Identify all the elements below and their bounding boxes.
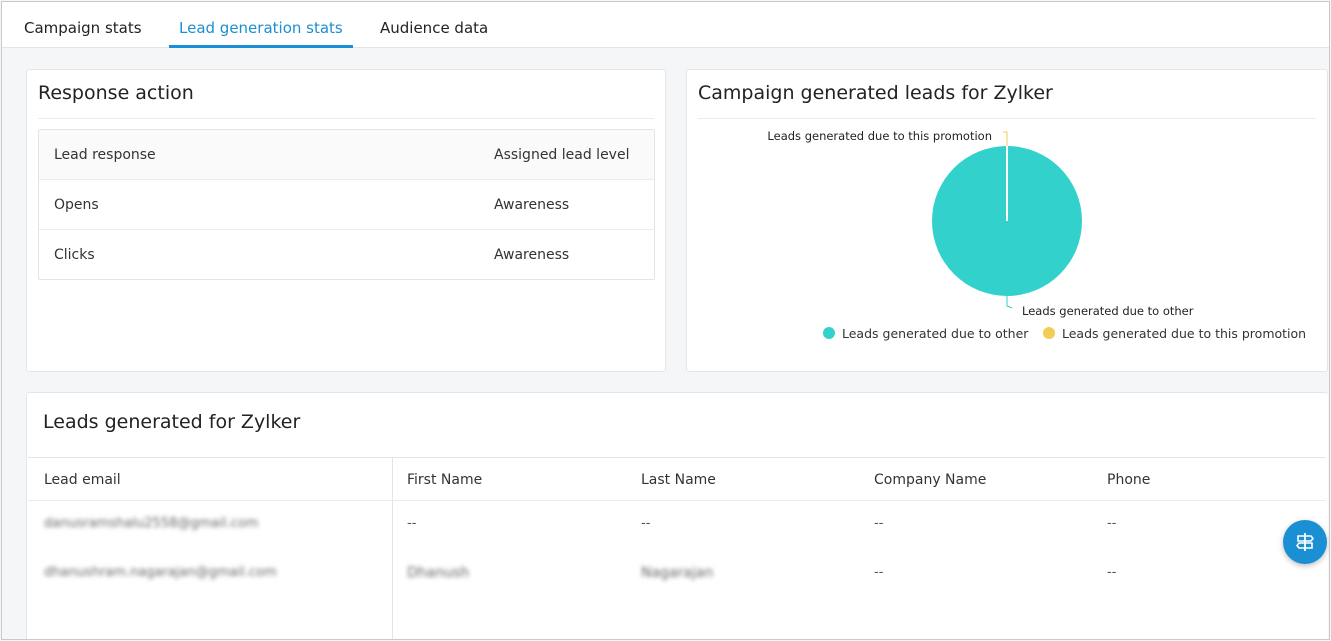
lead-level-cell: Awareness <box>494 197 570 213</box>
header-assigned-lead-level: Assigned lead level <box>494 147 630 163</box>
callout-line-other <box>1006 296 1013 309</box>
signpost-glyph <box>1295 533 1315 551</box>
legend-swatch-other <box>823 327 835 339</box>
tab-audience-data[interactable]: Audience data <box>380 2 488 48</box>
first-name-cell: Dhanush <box>407 565 470 581</box>
phone-cell: -- <box>1107 565 1117 580</box>
legend-item-other[interactable]: Leads generated due to other <box>823 326 1028 341</box>
tab-lead-generation-stats[interactable]: Lead generation stats <box>169 2 353 48</box>
leads-table: Lead email First Name Last Name Company … <box>28 457 1326 639</box>
divider <box>38 118 654 119</box>
chart-legend: Leads generated due to other Leads gener… <box>687 326 1327 344</box>
leads-generated-card: Leads generated for Zylker Lead email Fi… <box>26 392 1328 639</box>
header-lead-email: Lead email <box>44 472 121 488</box>
data-label-other: Leads generated due to other <box>1022 304 1194 318</box>
legend-swatch-promotion <box>1043 327 1055 339</box>
table-row: Clicks Awareness <box>39 230 654 280</box>
tab-campaign-stats[interactable]: Campaign stats <box>24 2 142 48</box>
header-divider <box>28 500 1326 501</box>
response-action-title: Response action <box>38 82 194 104</box>
header-company-name: Company Name <box>874 472 987 488</box>
header-lead-response: Lead response <box>54 147 156 163</box>
table-header-row: Lead response Assigned lead level <box>39 130 654 180</box>
lead-response-cell: Opens <box>54 197 99 213</box>
lead-email-cell: dhanushram.nagarajan@gmail.com <box>44 565 277 580</box>
leads-generated-title: Leads generated for Zylker <box>43 411 301 433</box>
last-name-cell: Nagarajan <box>641 565 714 581</box>
response-action-table: Lead response Assigned lead level Opens … <box>38 129 655 280</box>
phone-cell: -- <box>1107 516 1117 531</box>
legend-item-promotion[interactable]: Leads generated due to this promotion <box>1043 326 1306 341</box>
signpost-icon[interactable] <box>1283 520 1327 564</box>
header-last-name: Last Name <box>641 472 716 488</box>
header-phone: Phone <box>1107 472 1151 488</box>
lead-response-cell: Clicks <box>54 247 95 263</box>
response-action-card: Response action Lead response Assigned l… <box>26 69 666 372</box>
tab-bar: Campaign stats Lead generation stats Aud… <box>2 2 1329 48</box>
legend-label-other: Leads generated due to other <box>842 326 1029 341</box>
column-separator <box>392 458 393 639</box>
pie-chart: Leads generated due to this promotion Lea… <box>767 129 1194 318</box>
legend-label-promotion: Leads generated due to this promotion <box>1062 326 1307 341</box>
data-label-promotion: Leads generated due to this promotion <box>767 129 992 143</box>
company-name-cell: -- <box>874 565 884 580</box>
company-name-cell: -- <box>874 516 884 531</box>
callout-line-promotion <box>1003 131 1008 146</box>
lead-level-cell: Awareness <box>494 247 570 263</box>
last-name-cell: -- <box>641 516 651 531</box>
first-name-cell: -- <box>407 516 417 531</box>
app-frame: Campaign stats Lead generation stats Aud… <box>1 1 1330 640</box>
header-first-name: First Name <box>407 472 483 488</box>
table-row: Opens Awareness <box>39 180 654 230</box>
lead-email-cell: danusramshalu2558@gmail.com <box>44 516 259 531</box>
campaign-leads-card: Campaign generated leads for Zylker Lead… <box>686 69 1328 372</box>
